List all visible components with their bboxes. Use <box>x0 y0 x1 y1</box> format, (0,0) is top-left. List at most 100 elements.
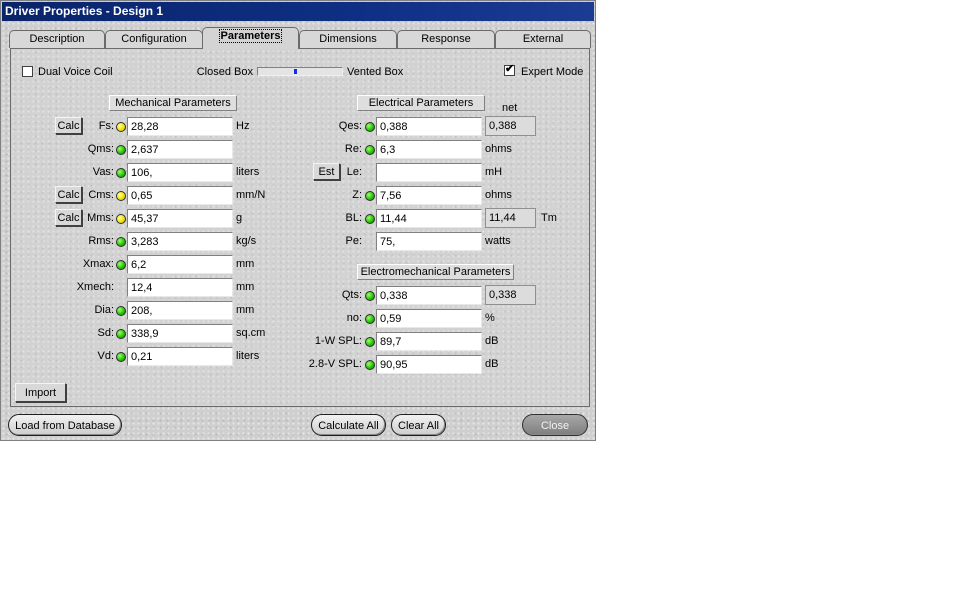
tab-parameters[interactable]: Parameters <box>202 27 299 49</box>
fs-unit: Hz <box>236 120 250 132</box>
1-w-spl-input[interactable] <box>376 332 482 351</box>
sd-status-led-icon <box>116 329 126 339</box>
qes-input[interactable] <box>376 117 482 136</box>
vd-unit: liters <box>236 350 260 362</box>
1-w-spl-status-led-icon <box>365 337 375 347</box>
xmax-input[interactable] <box>127 255 233 274</box>
no-unit: % <box>485 312 495 324</box>
dia-status-led-icon <box>116 306 126 316</box>
le-unit: mH <box>485 166 503 178</box>
fs-input[interactable] <box>127 117 233 136</box>
mms-input[interactable] <box>127 209 233 228</box>
bl-net-unit: Tm <box>541 212 557 224</box>
28-v-spl-label: 2.8-V SPL: <box>308 358 362 370</box>
rms-label: Rms: <box>88 235 114 247</box>
bl-label: BL: <box>345 212 362 224</box>
tab-external[interactable]: External <box>495 30 591 48</box>
xmax-label: Xmax: <box>82 258 114 270</box>
qms-label: Qms: <box>87 143 114 155</box>
le-label: Le: <box>346 166 362 178</box>
re-label: Re: <box>344 143 362 155</box>
mms-status-led-icon <box>116 214 126 224</box>
close-button[interactable]: Close <box>522 414 588 436</box>
expert-mode-checkmark: ✔ <box>505 63 515 75</box>
qes-net-value: 0,388 <box>485 116 536 136</box>
cms-input[interactable] <box>127 186 233 205</box>
sd-input[interactable] <box>127 324 233 343</box>
load-from-database-button[interactable]: Load from Database <box>8 414 122 436</box>
rms-unit: kg/s <box>236 235 257 247</box>
window-title: Driver Properties - Design 1 <box>2 2 594 21</box>
qms-input[interactable] <box>127 140 233 159</box>
dia-label: Dia: <box>94 304 114 316</box>
qts-label: Qts: <box>341 289 362 301</box>
tab-parameters-label: Parameters <box>218 29 283 43</box>
qes-status-led-icon <box>365 122 375 132</box>
rms-input[interactable] <box>127 232 233 251</box>
xmax-status-led-icon <box>116 260 126 270</box>
vented-box-label: Vented Box <box>347 66 404 78</box>
qts-net-value: 0,338 <box>485 285 536 305</box>
pe-input[interactable] <box>376 232 482 251</box>
pe-label: Pe: <box>345 235 362 247</box>
xmech-unit: mm <box>236 281 255 293</box>
28-v-spl-unit: dB <box>485 358 499 370</box>
vd-status-led-icon <box>116 352 126 362</box>
box-type-slider[interactable] <box>257 67 343 76</box>
z-input[interactable] <box>376 186 482 205</box>
dual-voice-coil-label: Dual Voice Coil <box>38 66 113 78</box>
pe-unit: watts <box>485 235 511 247</box>
vd-label: Vd: <box>97 350 114 362</box>
cms-status-led-icon <box>116 191 126 201</box>
parameters-panel: Dual Voice Coil Closed Box Vented Box ✔ … <box>10 48 590 407</box>
electrical-parameters-header[interactable]: Electrical Parameters <box>357 95 485 111</box>
expert-mode-label: Expert Mode <box>521 66 584 78</box>
tab-response[interactable]: Response <box>397 30 495 48</box>
qts-status-led-icon <box>365 291 375 301</box>
box-type-slider-thumb[interactable] <box>294 69 297 74</box>
dia-input[interactable] <box>127 301 233 320</box>
electromechanical-parameters-header[interactable]: Electromechanical Parameters <box>357 264 514 280</box>
tab-description[interactable]: Description <box>9 30 105 48</box>
vas-unit: liters <box>236 166 260 178</box>
mms-unit: g <box>236 212 243 224</box>
1-w-spl-label: 1-W SPL: <box>314 335 362 347</box>
qts-input[interactable] <box>376 286 482 305</box>
expert-mode-checkbox[interactable]: ✔ <box>504 63 515 76</box>
z-status-led-icon <box>365 191 375 201</box>
vd-input[interactable] <box>127 347 233 366</box>
vas-label: Vas: <box>92 166 114 178</box>
le-input[interactable] <box>376 163 482 182</box>
net-column-header: net <box>502 102 518 114</box>
28-v-spl-input[interactable] <box>376 355 482 374</box>
re-input[interactable] <box>376 140 482 159</box>
1-w-spl-unit: dB <box>485 335 499 347</box>
closed-box-label: Closed Box <box>196 66 253 78</box>
no-status-led-icon <box>365 314 375 324</box>
import-button[interactable]: Import <box>15 383 66 402</box>
tab-strip: Description Configuration Parameters Dim… <box>9 27 591 49</box>
28-v-spl-status-led-icon <box>365 360 375 370</box>
mms-label: Mms: <box>87 212 114 224</box>
tab-dimensions[interactable]: Dimensions <box>299 30 397 48</box>
mechanical-parameters-header[interactable]: Mechanical Parameters <box>109 95 237 111</box>
qms-status-led-icon <box>116 145 126 155</box>
qes-label: Qes: <box>338 120 362 132</box>
re-status-led-icon <box>365 145 375 155</box>
xmech-input[interactable] <box>127 278 233 297</box>
z-label: Z: <box>352 189 362 201</box>
re-unit: ohms <box>485 143 512 155</box>
clear-all-button[interactable]: Clear All <box>391 414 446 436</box>
tab-configuration[interactable]: Configuration <box>105 30 203 48</box>
no-input[interactable] <box>376 309 482 328</box>
vas-input[interactable] <box>127 163 233 182</box>
no-label: no: <box>346 312 362 324</box>
cms-label: Cms: <box>88 189 114 201</box>
dia-unit: mm <box>236 304 255 316</box>
bl-net-value: 11,44 <box>485 208 536 228</box>
calculate-all-button[interactable]: Calculate All <box>311 414 386 436</box>
rms-status-led-icon <box>116 237 126 247</box>
bl-input[interactable] <box>376 209 482 228</box>
vas-status-led-icon <box>116 168 126 178</box>
dual-voice-coil-checkbox[interactable] <box>22 66 33 77</box>
